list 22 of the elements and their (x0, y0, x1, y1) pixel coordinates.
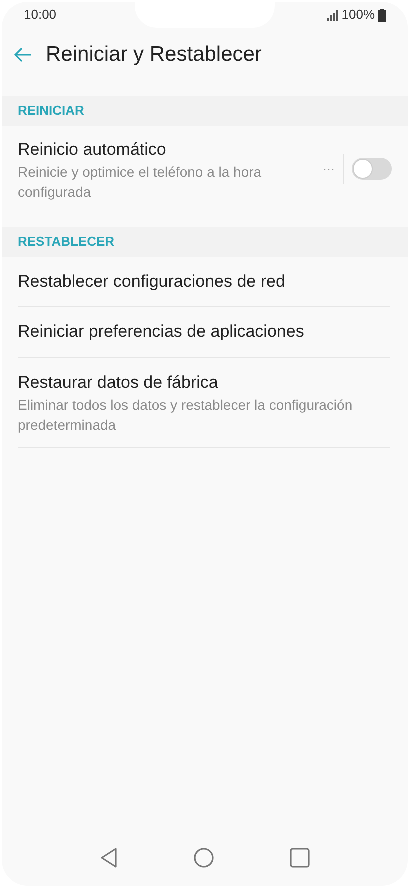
setting-row[interactable]: Reiniciar preferencias de aplicaciones (18, 307, 390, 358)
setting-title: Reiniciar preferencias de aplicaciones (18, 321, 306, 343)
section-header: REINICIAR (2, 96, 408, 126)
setting-description: Eliminar todos los datos y restablecer la configuración predeterminada (18, 396, 354, 435)
setting-description: Reinicie y optimice el teléfono a la hora configurada (18, 163, 263, 202)
recents-icon[interactable] (289, 847, 311, 869)
setting-title: Restaurar datos de fábrica (18, 372, 220, 394)
back-arrow-icon[interactable] (14, 47, 32, 63)
setting-row[interactable]: Restablecer configuraciones de red (18, 256, 390, 307)
page-title: Reiniciar y Restablecer (46, 42, 262, 68)
battery-icon (378, 8, 386, 22)
home-icon[interactable] (193, 847, 215, 869)
toggle-switch[interactable] (352, 158, 392, 180)
back-icon[interactable] (99, 847, 119, 869)
setting-title: Restablecer configuraciones de red (18, 270, 286, 292)
battery-percent: 100% (342, 6, 375, 24)
signal-icon (326, 10, 339, 20)
section-header: RESTABLECER (2, 227, 408, 256)
setting-row[interactable]: Restaurar datos de fábrica Eliminar todos los datos y restablecer la configuración predeterminada (18, 358, 390, 448)
setting-row[interactable]: Reinicio automático Reinicie y optimice el teléfono a la hora configurada ··· (18, 126, 408, 213)
setting-title: Reinicio automático (18, 138, 168, 160)
status-time: 10:00 (24, 6, 57, 24)
